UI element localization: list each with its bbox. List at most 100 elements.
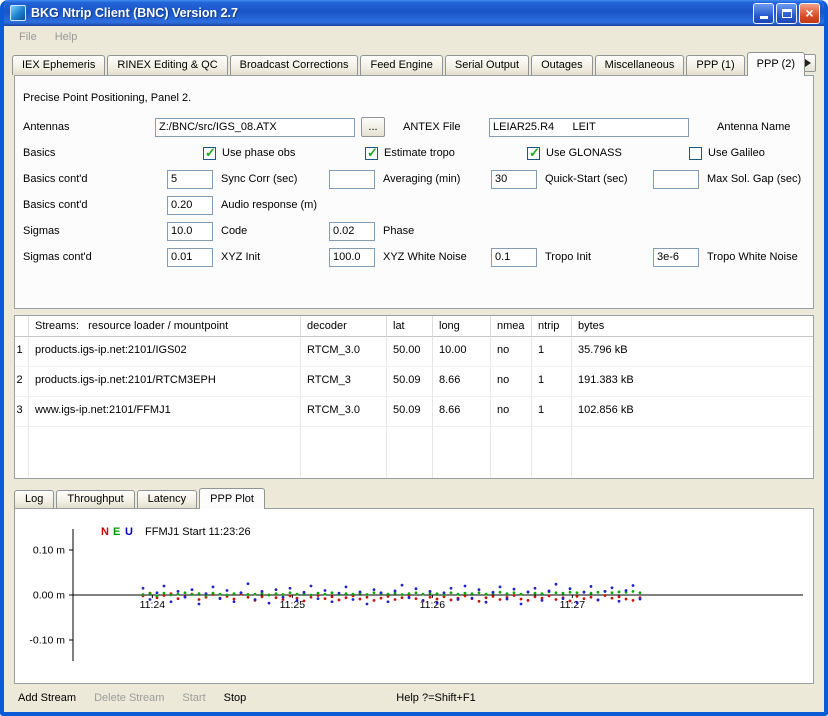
app-icon [10,5,26,21]
tab-latency[interactable]: Latency [137,490,198,508]
minimize-icon [760,16,768,19]
table-filler [15,427,29,478]
stream-nmea[interactable]: no [491,397,532,427]
stream-decoder[interactable]: RTCM_3.0 [301,337,387,367]
maximize-button[interactable] [776,3,797,24]
svg-text:FFMJ1 Start 11:23:26: FFMJ1 Start 11:23:26 [145,526,251,538]
add-stream-button[interactable]: Add Stream [18,692,76,704]
svg-text:0.00 m: 0.00 m [33,590,65,602]
arrow-right-icon [805,59,811,67]
stream-lat[interactable]: 50.09 [387,367,433,397]
stream-nmea[interactable]: no [491,337,532,367]
sync-corr-input[interactable] [167,170,213,189]
stream-ntrip[interactable]: 1 [532,397,572,427]
tab-broadcast-corrections[interactable]: Broadcast Corrections [230,55,359,75]
stream-decoder[interactable]: RTCM_3.0 [301,397,387,427]
stream-nmea[interactable]: no [491,367,532,397]
stream-mountpoint[interactable]: products.igs-ip.net:2101/IGS02 [29,337,301,367]
tab-serial-output[interactable]: Serial Output [445,55,529,75]
header-decoder: decoder [301,316,387,337]
sigmas-row: Sigmas Code Phase [15,218,813,244]
tab-ppp-1[interactable]: PPP (1) [686,55,744,75]
sigma-code-label: Code [221,225,247,237]
menu-file[interactable]: File [10,31,46,43]
header-ntrip: ntrip [532,316,572,337]
browse-antex-button[interactable]: ... [361,117,385,137]
sigma-code-input[interactable] [167,222,213,241]
tab-miscellaneous[interactable]: Miscellaneous [595,55,685,75]
tab-outages[interactable]: Outages [531,55,593,75]
tropo-init-input[interactable] [491,248,537,267]
basics-row-label: Basics [23,147,155,159]
stream-lat[interactable]: 50.00 [387,337,433,367]
stream-lat[interactable]: 50.09 [387,397,433,427]
panel-caption: Precise Point Positioning, Panel 2. [23,92,805,104]
stream-bytes[interactable]: 191.383 kB [572,367,813,397]
use-phase-obs-checkbox[interactable] [203,147,216,160]
audio-response-label: Audio response (m) [221,199,317,211]
stream-decoder[interactable]: RTCM_3 [301,367,387,397]
antennas-row: Antennas ... ANTEX File Antenna Name [15,114,813,140]
stream-long[interactable]: 10.00 [433,337,491,367]
stream-bytes[interactable]: 35.796 kB [572,337,813,367]
row-number: 3 [15,397,29,427]
sigma-phase-input[interactable] [329,222,375,241]
sync-corr-label: Sync Corr (sec) [221,173,297,185]
averaging-input[interactable] [329,170,375,189]
basics-contd-row-1: Basics cont'd Sync Corr (sec) Averaging … [15,166,813,192]
stream-long[interactable]: 8.66 [433,367,491,397]
svg-text:N: N [101,526,109,538]
use-glonass-label: Use GLONASS [546,147,622,159]
close-button[interactable]: × [799,3,820,24]
bottom-tab-bar: Log Throughput Latency PPP Plot [14,487,824,508]
stop-button[interactable]: Stop [224,692,247,704]
header-bytes: bytes [572,316,813,337]
xyz-init-input[interactable] [167,248,213,267]
quick-start-label: Quick-Start (sec) [545,173,628,185]
row-number: 1 [15,337,29,367]
minimize-button[interactable] [753,3,774,24]
tropo-white-noise-input[interactable] [653,248,699,267]
svg-text:U: U [125,526,133,538]
use-galileo-label: Use Galileo [708,147,765,159]
max-sol-gap-input[interactable] [653,170,699,189]
tab-ppp-plot[interactable]: PPP Plot [199,488,265,509]
antex-file-input[interactable] [155,118,355,137]
tab-log[interactable]: Log [14,490,54,508]
use-glonass-checkbox[interactable] [527,147,540,160]
stream-ntrip[interactable]: 1 [532,337,572,367]
delete-stream-button[interactable]: Delete Stream [94,692,164,704]
tab-ephemeris[interactable]: IEX Ephemeris [12,55,105,75]
stream-bytes[interactable]: 102.856 kB [572,397,813,427]
tab-throughput[interactable]: Throughput [56,490,134,508]
window-title: BKG Ntrip Client (BNC) Version 2.7 [31,6,753,20]
stream-mountpoint[interactable]: www.igs-ip.net:2101/FFMJ1 [29,397,301,427]
basics-contd-2-label: Basics cont'd [23,199,155,211]
quick-start-input[interactable] [491,170,537,189]
stream-ntrip[interactable]: 1 [532,367,572,397]
tab-rinex-editing-qc[interactable]: RINEX Editing & QC [107,55,227,75]
close-icon: × [805,6,813,20]
menu-help[interactable]: Help [46,31,87,43]
help-shortcut-label: Help ?=Shift+F1 [396,692,476,704]
basics-contd-1-label: Basics cont'd [23,173,155,185]
estimate-tropo-checkbox[interactable] [365,147,378,160]
max-sol-gap-label: Max Sol. Gap (sec) [707,173,801,185]
stream-mountpoint[interactable]: products.igs-ip.net:2101/RTCM3EPH [29,367,301,397]
ppp-plot-svg: 0.10 m0.00 m-0.10 m11:2411:2511:2611:27N… [15,509,813,683]
start-button[interactable]: Start [182,692,205,704]
ppp-panel-2: Precise Point Positioning, Panel 2. Ante… [14,75,814,309]
stream-long[interactable]: 8.66 [433,397,491,427]
antenna-name-input[interactable] [489,118,689,137]
sigmas-contd-row: Sigmas cont'd XYZ Init XYZ White Noise T… [15,244,813,270]
tab-ppp-2[interactable]: PPP (2) [747,52,805,76]
sigma-phase-label: Phase [383,225,414,237]
tropo-init-label: Tropo Init [545,251,591,263]
use-galileo-checkbox[interactable] [689,147,702,160]
titlebar[interactable]: BKG Ntrip Client (BNC) Version 2.7 × [4,0,824,26]
audio-response-input[interactable] [167,196,213,215]
tab-feed-engine[interactable]: Feed Engine [360,55,442,75]
xyz-white-noise-input[interactable] [329,248,375,267]
xyz-white-noise-label: XYZ White Noise [383,251,467,263]
xyz-init-label: XYZ Init [221,251,260,263]
